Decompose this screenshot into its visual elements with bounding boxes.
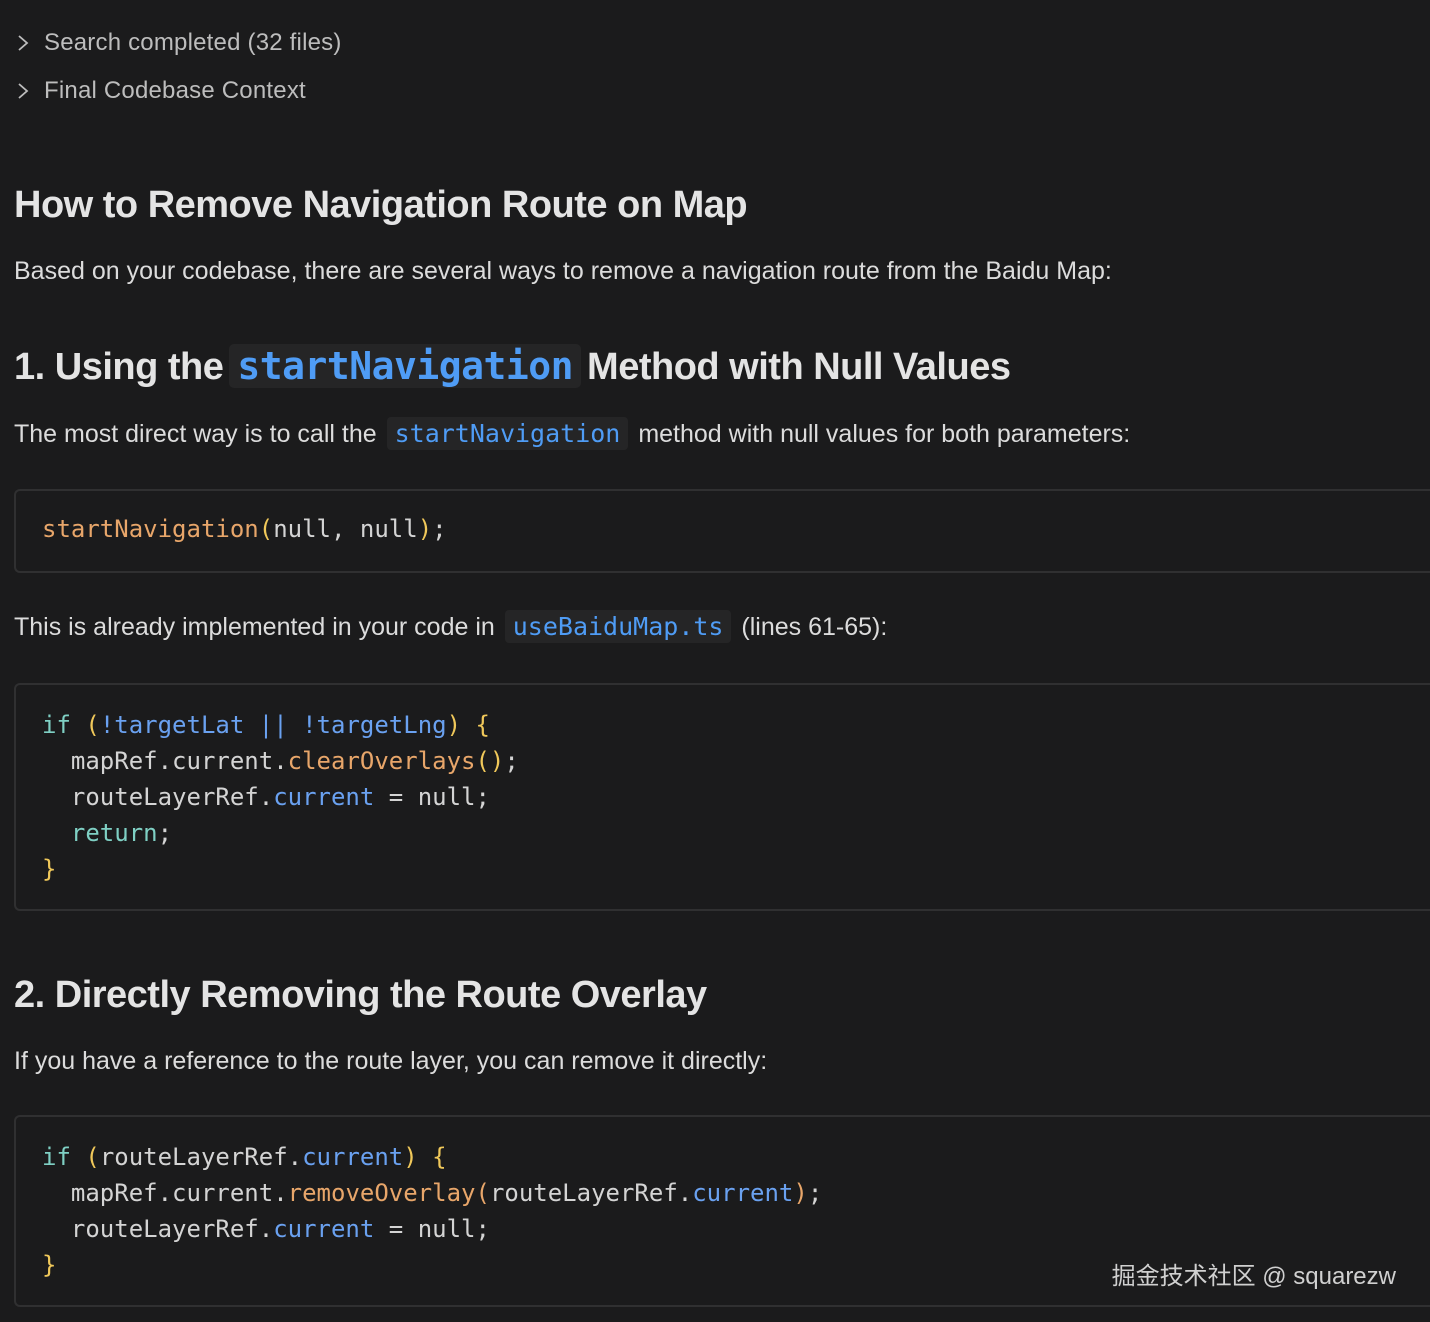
code-token: mapRef.current. bbox=[42, 1179, 288, 1207]
code-block-clear-overlays: if (!targetLat || !targetLng) { mapRef.c… bbox=[14, 683, 1430, 911]
code-token: ; bbox=[157, 819, 173, 847]
code-token: ) bbox=[403, 1143, 418, 1171]
text-span: The most direct way is to call the bbox=[14, 420, 377, 448]
section-1-heading-prefix: 1. Using the bbox=[14, 346, 224, 388]
code-line: return; bbox=[42, 815, 1418, 851]
section-1-heading-suffix: Method with Null Values bbox=[587, 346, 1011, 388]
section-1-heading: 1. Using the startNavigation Method with N… bbox=[14, 344, 1011, 389]
code-token: current bbox=[302, 1143, 404, 1171]
text-span: (lines 61-65): bbox=[741, 613, 888, 641]
section-2-paragraph: If you have a reference to the route lay… bbox=[14, 1047, 768, 1075]
code-token: ; bbox=[504, 747, 519, 775]
page-title: How to Remove Navigation Route on Map bbox=[14, 184, 748, 226]
code-line: mapRef.current.clearOverlays(); bbox=[42, 743, 1418, 779]
inline-code-startnavigation: startNavigation bbox=[386, 417, 629, 450]
section-2-heading: 2. Directly Removing the Route Overlay bbox=[14, 974, 707, 1016]
code-token: ) bbox=[446, 711, 462, 739]
code-token: ( bbox=[70, 1143, 100, 1171]
section-1-heading-code: startNavigation bbox=[229, 344, 582, 388]
code-line: startNavigation(null, null); bbox=[42, 511, 1418, 547]
code-token: removeOverlay bbox=[287, 1179, 476, 1207]
text-span: method with null values for both paramet… bbox=[638, 420, 1131, 448]
code-token: routeLayerRef. bbox=[42, 1215, 274, 1243]
code-token: } bbox=[42, 855, 57, 883]
section-1-paragraph-1: The most direct way is to call the start… bbox=[14, 417, 1131, 450]
code-line: if (routeLayerRef.current) { bbox=[42, 1139, 1418, 1175]
code-token: if bbox=[42, 711, 71, 739]
search-completed-toggle[interactable]: Search completed (32 files) bbox=[16, 28, 342, 58]
code-token: ) bbox=[417, 515, 433, 543]
code-line: routeLayerRef.current = null; bbox=[42, 779, 1418, 815]
code-token: { bbox=[417, 1143, 447, 1171]
code-token: routeLayerRef. bbox=[42, 783, 274, 811]
code-token: return bbox=[70, 819, 158, 847]
intro-paragraph: Based on your codebase, there are severa… bbox=[14, 257, 1112, 285]
code-block-start-navigation: startNavigation(null, null); bbox=[14, 489, 1430, 573]
code-token: ; bbox=[807, 1179, 823, 1207]
search-completed-label: Search completed (32 files) bbox=[44, 29, 342, 56]
code-token: if bbox=[42, 1143, 71, 1171]
watermark: 掘金技术社区 @ squarezw bbox=[1111, 1263, 1396, 1290]
code-token: ( bbox=[258, 515, 274, 543]
code-line: mapRef.current.removeOverlay(routeLayerR… bbox=[42, 1175, 1418, 1211]
text-span: This is already implemented in your code… bbox=[14, 613, 495, 641]
code-line: if (!targetLat || !targetLng) { bbox=[42, 707, 1418, 743]
code-token: ( bbox=[475, 1179, 490, 1207]
code-token: ; bbox=[432, 515, 447, 543]
code-token: current bbox=[273, 1215, 375, 1243]
final-codebase-context-toggle[interactable]: Final Codebase Context bbox=[16, 76, 306, 106]
code-token: current bbox=[692, 1179, 794, 1207]
final-codebase-context-label: Final Codebase Context bbox=[44, 77, 306, 104]
code-token: current bbox=[273, 783, 375, 811]
code-token: { bbox=[461, 711, 490, 739]
code-token: clearOverlays bbox=[287, 747, 476, 775]
code-token: routeLayerRef. bbox=[99, 1143, 303, 1171]
code-token: routeLayerRef. bbox=[489, 1179, 693, 1207]
code-line: routeLayerRef.current = null; bbox=[42, 1211, 1418, 1247]
chevron-right-icon bbox=[18, 35, 29, 51]
code-token: ) bbox=[793, 1179, 808, 1207]
section-1-paragraph-2: This is already implemented in your code… bbox=[14, 610, 888, 643]
code-token: () bbox=[475, 747, 505, 775]
code-token: !targetLat || !targetLng bbox=[99, 711, 447, 739]
code-token: null, null bbox=[273, 515, 418, 543]
code-token: ( bbox=[70, 711, 100, 739]
code-line: } bbox=[42, 851, 1418, 887]
code-token: startNavigation bbox=[42, 515, 259, 543]
code-token: mapRef.current. bbox=[42, 747, 288, 775]
code-token: = null; bbox=[374, 1215, 490, 1243]
code-token: } bbox=[42, 1251, 57, 1279]
chevron-right-icon bbox=[18, 83, 29, 99]
code-token: = null; bbox=[374, 783, 490, 811]
inline-code-filename: useBaiduMap.ts bbox=[504, 610, 732, 643]
